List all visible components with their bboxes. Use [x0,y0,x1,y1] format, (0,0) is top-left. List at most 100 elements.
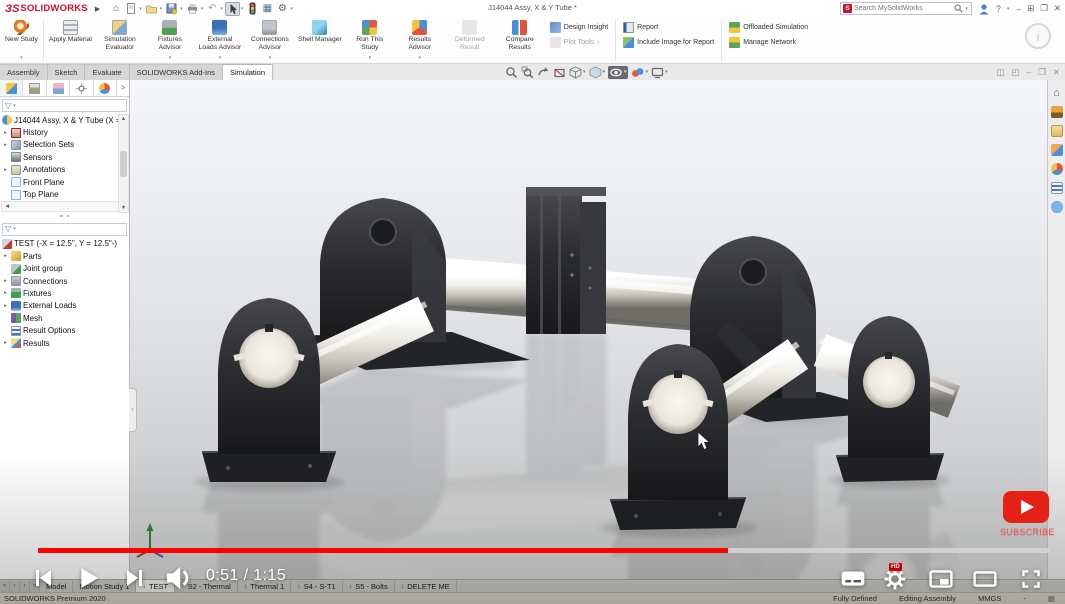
user-account-icon[interactable] [978,3,990,15]
home-button[interactable]: ⌂ [109,2,123,16]
study-tab-s4-s-t1[interactable]: ↓S4 - S-T1 [291,580,343,592]
caret-down-icon[interactable]: ▾ [624,69,627,75]
scrollbar-thumb[interactable] [120,151,127,177]
tree-item-joint-group[interactable]: Joint group [0,263,129,275]
solidworks-resources-icon[interactable]: ⌂ [1053,88,1060,99]
scroll-left-icon[interactable]: ◄ [4,203,10,210]
tree-item-parts[interactable]: ▸ Parts [0,250,129,262]
expander-icon[interactable]: ▸ [2,340,9,346]
caret-down-icon[interactable]: ▾ [160,6,163,12]
tree-item-result-options[interactable]: Result Options [0,324,129,336]
ribbon-results-advisor[interactable]: Results Advisor ▾ [395,18,445,63]
logo-flyout-icon[interactable]: ▶ [95,5,100,13]
ribbon-design-insight[interactable]: Design Insight [550,22,608,33]
fullscreen-button[interactable] [1014,562,1048,596]
horizontal-scrollbar[interactable]: ◄ ► [1,201,128,212]
volume-button[interactable] [158,558,198,598]
expander-icon[interactable]: ▸ [2,290,9,296]
panel-tabs-overflow[interactable]: > [117,80,129,96]
tree-item-mesh[interactable]: Mesh [0,312,129,324]
caret-down-icon[interactable]: ▾ [1007,6,1010,12]
edit-appearance-button[interactable]: ▾ [631,66,649,79]
print-button[interactable] [185,2,200,16]
ribbon-simulation-evaluator[interactable]: Simulation Evaluator [95,18,145,63]
view-settings-button[interactable]: ▾ [651,66,668,79]
caret-down-icon[interactable]: ▾ [965,6,968,12]
tab-sketch[interactable]: Sketch [48,64,86,80]
tab-solidworks-add-ins[interactable]: SOLIDWORKS Add-Ins [130,64,223,80]
ribbon-fixtures-advisor[interactable]: Fixtures Advisor ▾ [145,18,195,63]
caret-down-icon[interactable]: ▾ [220,6,223,12]
miniplayer-button[interactable] [924,562,958,596]
design-library-icon[interactable] [1051,106,1063,118]
expander-icon[interactable]: ▸ [2,278,9,284]
center-carriage[interactable] [526,187,606,334]
tree-filter[interactable]: ▽ ▾ [2,99,127,112]
doc-restore-button[interactable]: ❐ [1038,67,1046,78]
ribbon-run-this-study[interactable]: Run This Study ▾ [345,18,395,63]
caret-down-icon[interactable]: ▾ [583,69,586,75]
help-button[interactable]: ? [996,4,1001,14]
search-icon[interactable] [954,4,963,13]
tree-item-results[interactable]: ▸ Results [0,337,129,349]
ribbon-shell-manager[interactable]: Shell Manager [295,18,345,63]
tab-dimxpert-manager[interactable] [70,80,93,96]
tree-item-connections[interactable]: ▸ Connections [0,275,129,287]
youtube-logo-icon[interactable] [1003,491,1049,523]
caret-down-icon[interactable]: ▾ [13,103,16,109]
save-button[interactable] [164,2,179,16]
previous-view-button[interactable] [537,66,550,79]
file-explorer-icon[interactable] [1051,125,1063,137]
caret-down-icon[interactable]: ▾ [603,69,606,75]
ribbon-apply-material[interactable]: Apply Material [46,18,95,63]
feature-tree-root[interactable]: J14044 Assy, X & Y Tube (X = 12.5", [0,114,129,126]
vertical-scrollbar[interactable]: ▲ ▼ [118,114,129,213]
caret-down-icon[interactable]: ▾ [369,55,372,63]
expander-icon[interactable]: ▸ [2,130,9,136]
undo-button[interactable]: ↶ [205,2,219,16]
caret-down-icon[interactable]: ▾ [646,69,649,75]
tree-item-top-plane[interactable]: Top Plane [0,188,129,200]
tab-feature-manager[interactable] [0,80,23,96]
tab-simulation[interactable]: Simulation [223,64,273,80]
tab-display-manager[interactable] [94,80,117,96]
caret-down-icon[interactable]: ▾ [169,55,172,63]
expander-icon[interactable]: ▸ [2,303,9,309]
new-document-button[interactable] [124,2,138,16]
caret-down-icon[interactable]: ▾ [13,226,16,232]
appearances-scenes-icon[interactable] [1051,163,1063,175]
doc-close-button[interactable]: ✕ [1053,67,1060,78]
tree-item-selection-sets[interactable]: ▸ Selection Sets [0,139,129,151]
caret-down-icon[interactable]: ▾ [20,55,23,63]
caret-down-icon[interactable]: ▾ [201,6,204,12]
tab-evaluate[interactable]: Evaluate [85,64,129,80]
viewport-3d-model[interactable] [130,80,1047,579]
tree-item-fixtures[interactable]: ▸ Fixtures [0,287,129,299]
caret-down-icon[interactable]: ▾ [269,55,272,63]
ribbon-report[interactable]: Report [623,22,714,33]
ribbon-offloaded-simulation[interactable]: Offloaded Simulation [729,22,808,33]
view-palette-icon[interactable] [1051,144,1063,156]
scroll-down-icon[interactable]: ▼ [121,205,126,211]
split-pane-right-button[interactable]: ◰ [1011,67,1019,78]
status-tag-icon[interactable]: ▦ [1048,594,1055,603]
theater-mode-button[interactable] [968,562,1002,596]
tab-scroll-first[interactable]: « [0,580,10,592]
minimize-button[interactable]: – [1016,4,1021,14]
caret-down-icon[interactable]: ▾ [290,6,293,12]
custom-properties-icon[interactable] [1051,182,1063,194]
ribbon-connections-advisor[interactable]: Connections Advisor ▾ [245,18,295,63]
caret-down-icon[interactable]: ▾ [219,55,222,63]
ribbon-new-study[interactable]: New Study ▾ [2,18,41,63]
study-tree-root[interactable]: TEST (-X = 12.5", Y = 12.5"-) [0,238,129,250]
tree-item-sensors[interactable]: Sensors [0,151,129,163]
view-orientation-button[interactable]: ▾ [569,66,586,79]
maximize-button[interactable]: ⊞ [1027,3,1034,14]
display-style-button[interactable]: ▾ [589,66,606,79]
tab-scroll-prev[interactable]: ‹ [10,580,20,592]
panel-collapse-handle[interactable]: ‹ [129,388,137,432]
ribbon-include-image[interactable]: Include Image for Report [623,37,714,48]
caret-down-icon[interactable]: ▾ [665,69,668,75]
split-pane-left-button[interactable]: ◫ [996,67,1004,78]
search-box[interactable]: S ▾ [840,2,972,15]
